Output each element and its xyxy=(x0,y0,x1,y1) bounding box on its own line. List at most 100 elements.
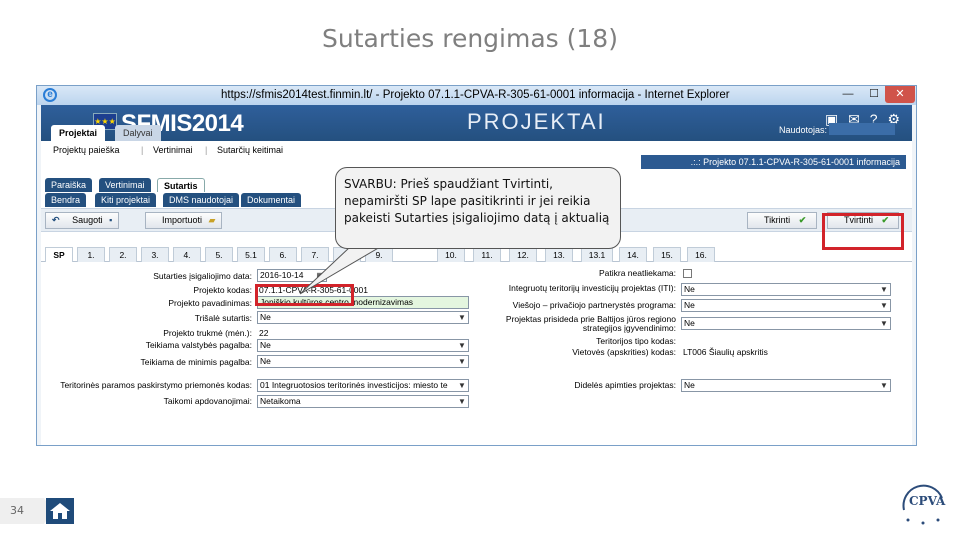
cpva-logo-text: CPVA xyxy=(909,494,946,508)
awards-select[interactable]: Netaikoma ▼ xyxy=(257,395,469,408)
sfmis-app: ★★★ SFMIS2014 PROJEKTAI ▣ ✉ ? ⚙ Naudotoj… xyxy=(41,105,912,445)
internet-explorer-icon: e xyxy=(43,88,57,102)
chevron-down-icon: ▼ xyxy=(458,357,466,366)
tab-paraiska[interactable]: Paraiška xyxy=(45,178,93,192)
browser-window: e https://sfmis2014test.finmin.lt/ - Pro… xyxy=(36,85,917,446)
iti-select[interactable]: Ne ▼ xyxy=(681,283,891,296)
tab-sutartis[interactable]: Sutartis xyxy=(157,178,205,192)
large-project-select[interactable]: Ne ▼ xyxy=(681,379,891,392)
section-tab[interactable]: 3. xyxy=(141,247,169,262)
slide: Sutarties rengimas (18) e https://sfmis2… xyxy=(0,0,960,540)
tab-bendra[interactable]: Bendra xyxy=(45,193,87,207)
tripartite-select[interactable]: Ne ▼ xyxy=(257,311,469,324)
section-tab[interactable]: 11. xyxy=(473,247,501,262)
no-check-label: Patikra neatliekama: xyxy=(598,268,676,278)
section-tab[interactable]: 5. xyxy=(205,247,233,262)
confirm-highlight-box xyxy=(822,213,904,250)
duration-value: 22 xyxy=(259,328,269,338)
slide-title: Sutarties rengimas (18) xyxy=(322,24,618,53)
browser-titlebar: e https://sfmis2014test.finmin.lt/ - Pro… xyxy=(37,86,916,105)
ppp-value: Ne xyxy=(684,300,695,310)
state-aid-value: Ne xyxy=(260,340,271,350)
subnav-vertinimai[interactable]: Vertinimai xyxy=(153,145,193,155)
territorial-code-value: 01 Integruotosios teritorinės investicij… xyxy=(260,380,448,390)
chevron-down-icon: ▼ xyxy=(458,397,466,406)
section-tab[interactable]: 7. xyxy=(301,247,329,262)
tab-vertinimai[interactable]: Vertinimai xyxy=(99,178,151,192)
de-minimis-label: Teikiama de minimis pagalba: xyxy=(140,357,253,367)
floppy-icon: ▪ xyxy=(109,215,113,225)
home-icon xyxy=(50,503,70,519)
subnav-projektu-paieska[interactable]: Projektų paieška xyxy=(53,145,120,155)
import-button[interactable]: Importuoti ▰ xyxy=(145,212,223,229)
de-minimis-select[interactable]: Ne ▼ xyxy=(257,355,469,368)
location-code-value: LT006 Šiaulių apskritis xyxy=(683,347,768,357)
project-info-banner: .:.: Projekto 07.1.1-CPVA-R-305-61-0001 … xyxy=(641,155,906,169)
large-project-value: Ne xyxy=(684,380,695,390)
date-highlight-box xyxy=(255,284,354,306)
state-aid-select[interactable]: Ne ▼ xyxy=(257,339,469,352)
tab-dalyvai[interactable]: Dalyvai xyxy=(115,125,161,141)
tripartite-value: Ne xyxy=(260,312,271,322)
section-tab[interactable]: 13. xyxy=(545,247,573,262)
awards-value: Netaikoma xyxy=(260,396,301,406)
browser-title-url: https://sfmis2014test.finmin.lt/ - Proje… xyxy=(221,89,730,101)
section-tab[interactable]: 6. xyxy=(269,247,297,262)
close-button[interactable]: ✕ xyxy=(885,86,915,103)
subnav-separator: | xyxy=(205,145,208,155)
section-tab[interactable]: 2. xyxy=(109,247,137,262)
save-button[interactable]: ↶ Saugoti ▪ xyxy=(45,212,120,229)
ppp-label: Viešojo – privačiojo partnerystės progra… xyxy=(512,300,676,310)
section-tab[interactable]: 8. xyxy=(333,247,361,262)
effective-date-value: 2016-10-14 xyxy=(260,270,304,280)
section-tab[interactable]: 16. xyxy=(687,247,715,262)
subnav-separator: | xyxy=(141,145,144,155)
baltic-strategy-select[interactable]: Ne ▼ xyxy=(681,317,891,330)
baltic-strategy-value: Ne xyxy=(684,318,695,328)
tab-kiti-projektai[interactable]: Kiti projektai xyxy=(95,193,157,207)
effective-date-input[interactable]: 2016-10-14 ▦ xyxy=(257,269,327,282)
section-tab[interactable]: 15. xyxy=(653,247,681,262)
user-name-box xyxy=(829,123,895,135)
section-tab[interactable]: 4. xyxy=(173,247,201,262)
effective-date-label: Sutarties įsigaliojimo data: xyxy=(153,271,252,281)
iti-label: Integruotų teritorijų investicijų projek… xyxy=(508,283,676,293)
app-header: ★★★ SFMIS2014 PROJEKTAI ▣ ✉ ? ⚙ Naudotoj… xyxy=(41,105,912,141)
de-minimis-value: Ne xyxy=(260,356,271,366)
tab-dms-naudotojai[interactable]: DMS naudotojai xyxy=(163,193,240,207)
save-button-label: Saugoti xyxy=(72,215,103,225)
section-tab[interactable]: 9. xyxy=(365,247,393,262)
chevron-down-icon: ▼ xyxy=(458,381,466,390)
user-label: Naudotojas: xyxy=(779,125,828,135)
project-name-label: Projekto pavadinimas: xyxy=(168,298,252,308)
section-tab[interactable]: 14. xyxy=(619,247,647,262)
folder-icon: ▰ xyxy=(208,215,216,225)
section-title: PROJEKTAI xyxy=(467,109,606,134)
chevron-down-icon: ▼ xyxy=(880,381,888,390)
home-button[interactable] xyxy=(46,498,74,524)
tab-dokumentai[interactable]: Dokumentai xyxy=(241,193,302,207)
minimize-button[interactable]: — xyxy=(837,86,859,103)
project-code-label: Projekto kodas: xyxy=(193,285,252,295)
chevron-down-icon: ▼ xyxy=(880,301,888,310)
section-tab-sp[interactable]: SP xyxy=(45,247,73,262)
section-tab[interactable]: 10. xyxy=(437,247,465,262)
section-tab[interactable]: 12. xyxy=(509,247,537,262)
form-area: Sutarties įsigaliojimo data: 2016-10-14 … xyxy=(41,262,912,445)
section-tab[interactable]: 5.1 xyxy=(237,247,265,262)
ppp-select[interactable]: Ne ▼ xyxy=(681,299,891,312)
no-check-checkbox[interactable] xyxy=(683,269,692,278)
section-tab[interactable]: 13.1 xyxy=(581,247,613,262)
duration-label: Projekto trukmė (mėn.): xyxy=(163,328,252,338)
territorial-code-select[interactable]: 01 Integruotosios teritorinės investicij… xyxy=(257,379,469,392)
subnav-sutarciu-keitimai[interactable]: Sutarčių keitimai xyxy=(217,145,283,155)
check-button[interactable]: Tikrinti ✔ xyxy=(747,212,817,229)
calendar-icon[interactable]: ▦ xyxy=(315,270,325,281)
chevron-down-icon: ▼ xyxy=(880,319,888,328)
important-callout: SVARBU: Prieš spaudžiant Tvirtinti, nepa… xyxy=(335,167,621,249)
tab-projektai[interactable]: Projektai xyxy=(51,125,106,141)
back-arrow-icon: ↶ xyxy=(52,215,60,225)
maximize-button[interactable]: ☐ xyxy=(863,86,885,103)
location-code-label: Vietovės (apskrities) kodas: xyxy=(572,347,676,357)
section-tab[interactable]: 1. xyxy=(77,247,105,262)
